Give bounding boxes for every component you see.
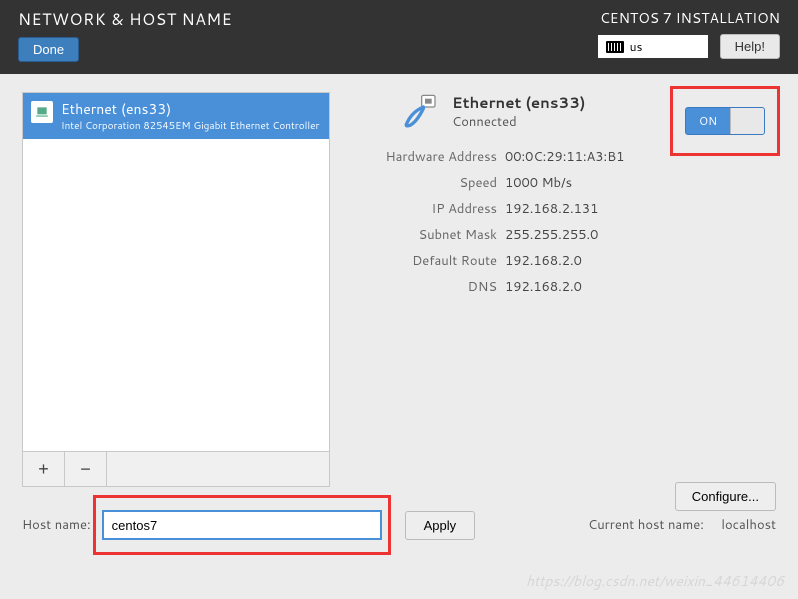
detail-value: 255.255.255.0 [505, 226, 598, 244]
help-button[interactable]: Help! [720, 34, 780, 59]
header: NETWORK & HOST NAME Done CENTOS 7 INSTAL… [0, 0, 798, 74]
detail-label: Subnet Mask [350, 226, 505, 244]
hostname-row: Host name: Apply Current host name: loca… [22, 495, 776, 555]
detail-value: 192.168.2.131 [505, 200, 598, 218]
device-name: Ethernet (ens33) [61, 99, 321, 119]
header-right: CENTOS 7 INSTALLATION us Help! [598, 8, 780, 59]
network-details-column: Ethernet (ens33) Connected ON Hardware A… [350, 92, 776, 487]
current-hostname-label: Current host name: [588, 516, 704, 534]
device-list-item[interactable]: Ethernet (ens33) Intel Corporation 82545… [23, 93, 329, 139]
list-button-filler [107, 452, 329, 486]
keyboard-icon [606, 41, 624, 53]
toggle-knob [730, 108, 764, 134]
detail-value: 00:0C:29:11:A3:B1 [505, 148, 624, 166]
page-title: NETWORK & HOST NAME [18, 8, 232, 31]
remove-device-button[interactable]: − [65, 452, 107, 486]
network-details: Hardware Address00:0C:29:11:A3:B1Speed10… [350, 148, 776, 296]
keyboard-layout-text: us [630, 38, 643, 55]
add-device-button[interactable]: + [23, 452, 65, 486]
device-list[interactable]: Ethernet (ens33) Intel Corporation 82545… [22, 92, 330, 452]
detail-label: Hardware Address [350, 148, 505, 166]
current-hostname-value: localhost [721, 516, 776, 534]
keyboard-layout-indicator[interactable]: us [598, 35, 708, 58]
detail-label: Default Route [350, 252, 505, 270]
install-title: CENTOS 7 INSTALLATION [600, 8, 780, 28]
detail-row: Speed1000 Mb/s [350, 174, 776, 192]
ethernet-icon [31, 101, 53, 123]
device-list-column: Ethernet (ens33) Intel Corporation 82545… [22, 92, 330, 487]
detail-label: Speed [350, 174, 505, 192]
network-header: Ethernet (ens33) Connected ON [350, 92, 776, 132]
done-button[interactable]: Done [18, 37, 79, 62]
detail-label: DNS [350, 278, 505, 296]
current-hostname: Current host name: localhost [588, 516, 776, 534]
detail-row: Default Route192.168.2.0 [350, 252, 776, 270]
detail-value: 192.168.2.0 [505, 278, 582, 296]
device-subtitle: Intel Corporation 82545EM Gigabit Ethern… [61, 119, 321, 133]
list-buttons: + − [22, 452, 330, 487]
header-left: NETWORK & HOST NAME Done [18, 8, 232, 62]
detail-value: 192.168.2.0 [505, 252, 582, 270]
watermark: https://blog.csdn.net/weixin_44614406 [526, 571, 784, 591]
detail-label: IP Address [350, 200, 505, 218]
apply-button[interactable]: Apply [405, 511, 476, 540]
hostname-highlight [93, 495, 391, 555]
detail-value: 1000 Mb/s [505, 174, 572, 192]
toggle-highlight: ON [670, 86, 780, 156]
network-cable-icon [400, 92, 440, 132]
content: Ethernet (ens33) Intel Corporation 82545… [0, 74, 798, 505]
detail-row: DNS192.168.2.0 [350, 278, 776, 296]
header-row: us Help! [598, 34, 780, 59]
detail-row: IP Address192.168.2.131 [350, 200, 776, 218]
detail-row: Subnet Mask255.255.255.0 [350, 226, 776, 244]
toggle-on-label: ON [686, 113, 730, 129]
device-text: Ethernet (ens33) Intel Corporation 82545… [61, 99, 321, 133]
network-toggle[interactable]: ON [685, 107, 765, 135]
hostname-label: Host name: [22, 516, 91, 534]
hostname-input[interactable] [102, 510, 382, 540]
